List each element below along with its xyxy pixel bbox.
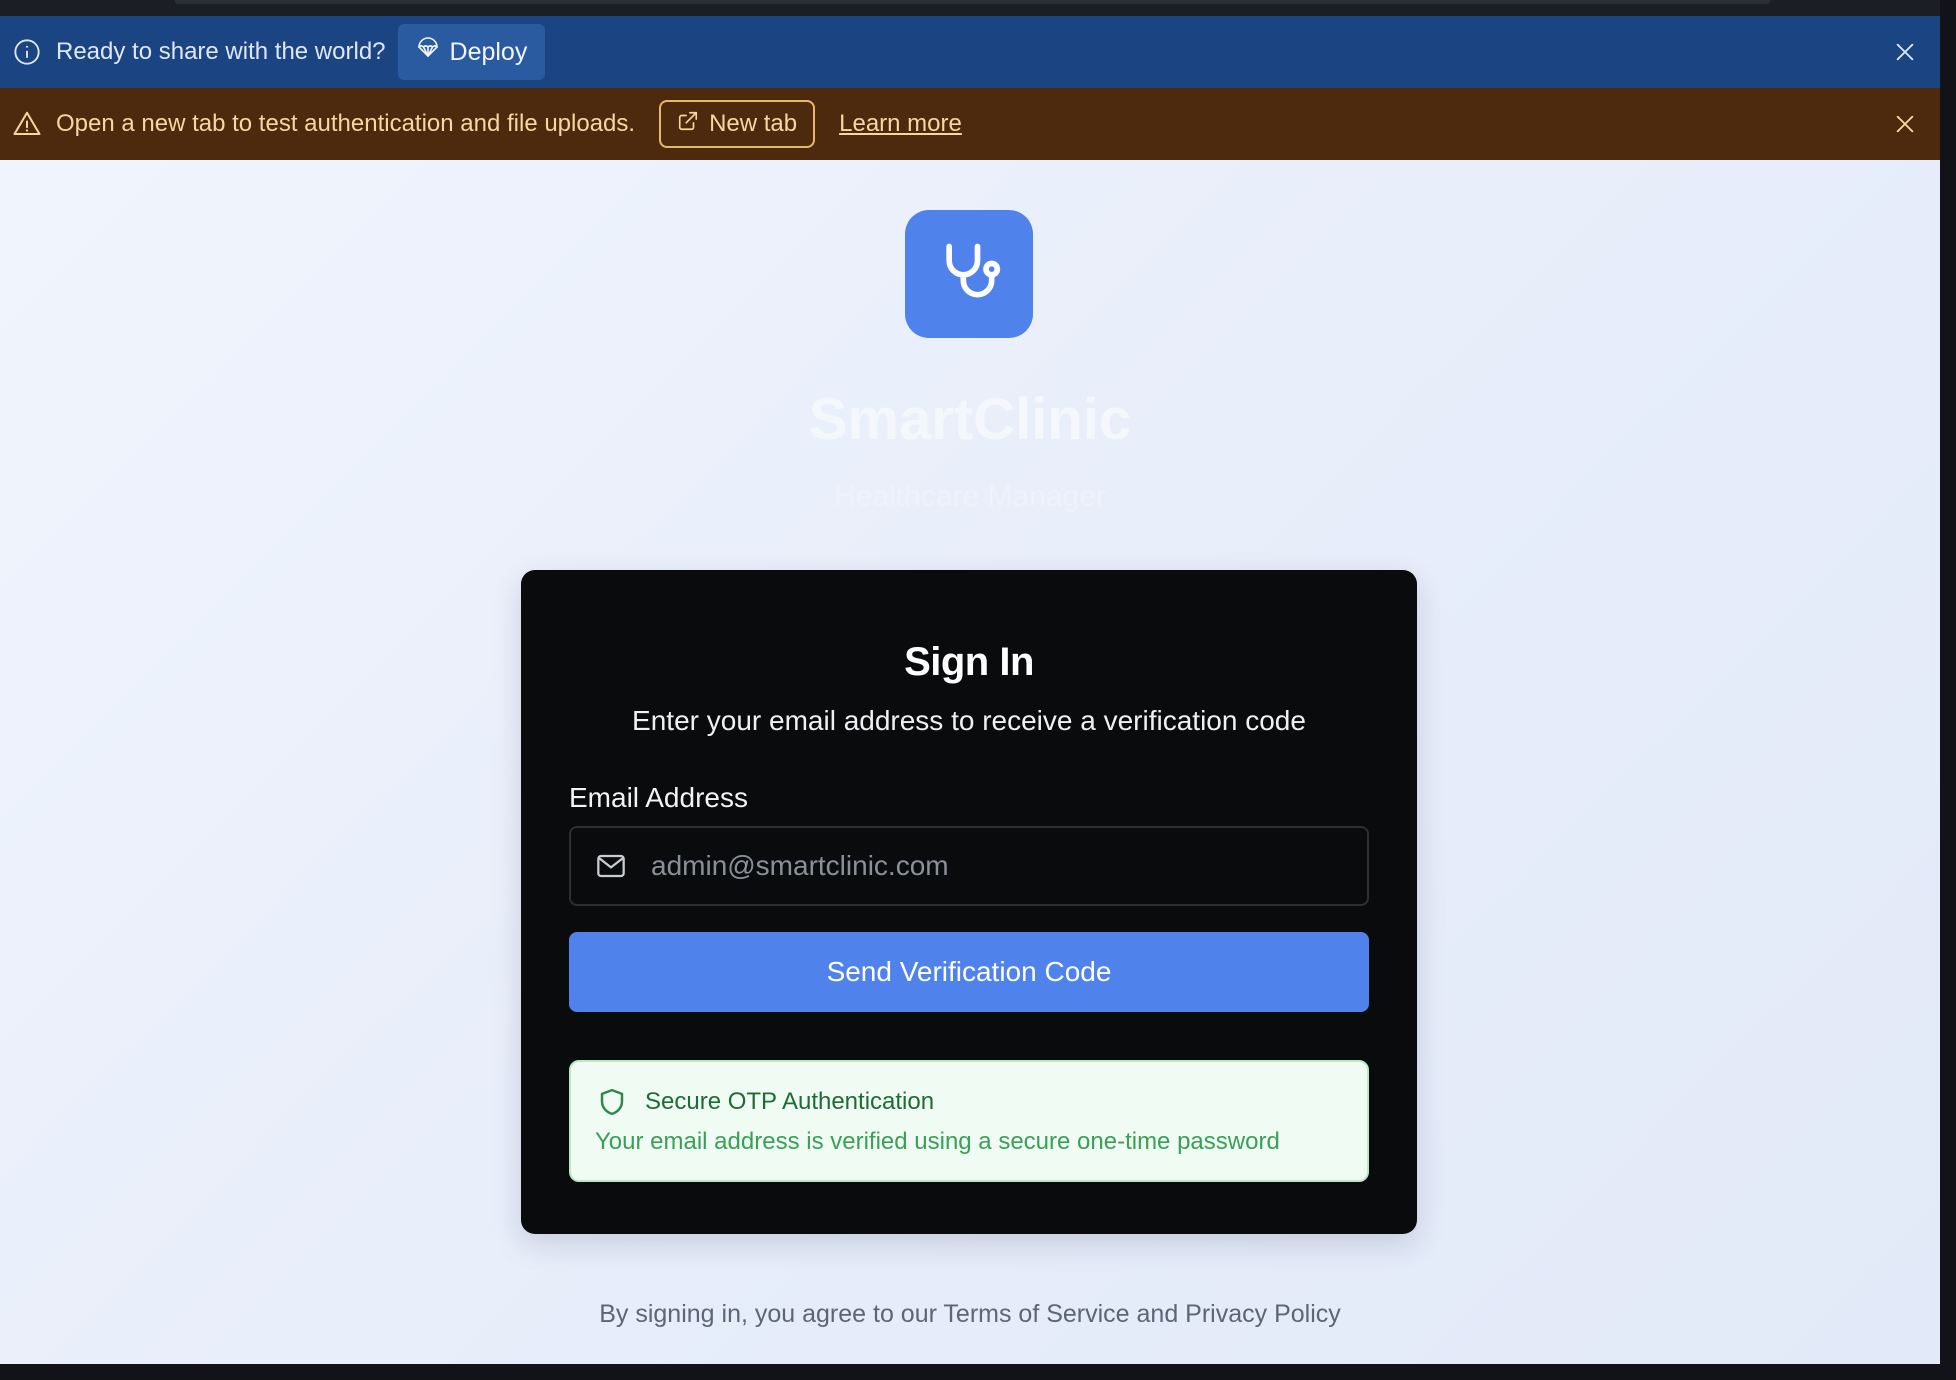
signin-card: Sign In Enter your email address to rece… [521,570,1417,1234]
browser-right-edge [1940,0,1956,1380]
email-input[interactable] [651,836,1367,896]
deploy-banner-text: Ready to share with the world? [56,38,386,65]
new-tab-button[interactable]: New tab [659,100,816,148]
parachute-icon [416,36,440,68]
signin-subtitle: Enter your email address to receive a ve… [632,705,1306,736]
browser-frame: Ready to share with the world? Deploy Op… [0,0,1956,1380]
browser-top-strip [0,0,1940,16]
mail-icon [593,848,629,884]
app-logo [905,210,1033,338]
new-tab-button-label: New tab [709,110,798,137]
info-icon [12,37,42,67]
email-field-wrapper [569,826,1369,906]
secure-otp-notice: Secure OTP Authentication Your email add… [569,1060,1369,1182]
deploy-button-label: Deploy [449,37,528,66]
signin-title: Sign In [904,640,1034,684]
secure-otp-title: Secure OTP Authentication [645,1088,935,1115]
brand-subtitle: Healthcare Manager [834,480,1106,513]
deploy-banner: Ready to share with the world? Deploy [0,16,1940,88]
address-bar-edge [175,0,1770,4]
external-link-icon [677,110,699,139]
shield-icon [597,1086,629,1120]
terms-note: By signing in, you agree to our Terms of… [599,1300,1341,1328]
send-verification-code-button[interactable]: Send Verification Code [569,932,1369,1012]
app-viewport: Ready to share with the world? Deploy Op… [0,16,1940,1364]
brand-title: SmartClinic [808,387,1132,452]
browser-bottom-edge [0,1364,1956,1380]
learn-more-link[interactable]: Learn more [839,110,962,138]
deploy-banner-close-icon[interactable] [1890,37,1920,67]
stethoscope-icon [935,238,1003,311]
deploy-button[interactable]: Deploy [397,24,546,80]
email-label: Email Address [569,782,748,813]
warning-banner-text: Open a new tab to test authentication an… [56,110,636,137]
warning-banner-close-icon[interactable] [1890,109,1920,139]
warning-icon [12,109,42,139]
warning-banner: Open a new tab to test authentication an… [0,88,1940,160]
secure-otp-text: Your email address is verified using a s… [595,1128,1280,1155]
